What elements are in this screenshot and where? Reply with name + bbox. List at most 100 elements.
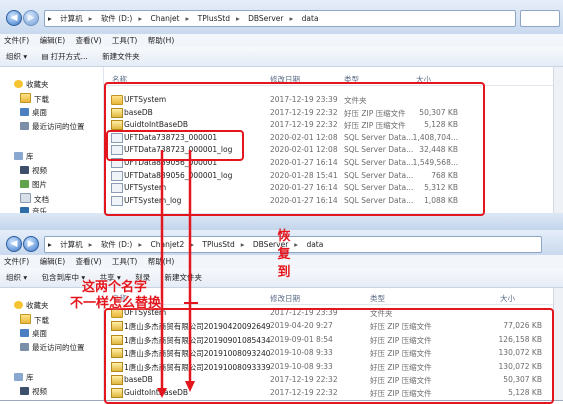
file-row[interactable]: baseDB 2017-12-19 22:32 好压 ZIP 压缩文件 50,307 … (104, 106, 563, 119)
sidebar-item-desktop[interactable]: 桌面 (20, 328, 47, 339)
file-row[interactable]: GuidtoIntBaseDB 2017-12-19 22:32 好压 ZIP 压缩… (104, 118, 563, 131)
sidebar-item-favorites[interactable]: 收藏夹 (14, 79, 49, 90)
organize-button[interactable]: 组织 ▾ (0, 268, 33, 287)
sidebar-item-videos[interactable]: 视频 (20, 386, 47, 397)
new-folder-button[interactable]: 新建文件夹 (96, 47, 146, 66)
sidebar-item-pictures[interactable]: 图片 (20, 179, 47, 190)
library-icon (14, 373, 23, 381)
zip-archive-icon (111, 321, 123, 332)
forward-arrow-icon[interactable]: ▶ (23, 10, 39, 26)
file-date-modified: 2017-12-19 22:32 (270, 375, 338, 384)
file-name: UFTSystem (124, 183, 167, 193)
documents-icon (20, 193, 31, 203)
column-date-modified[interactable]: 修改日期 (270, 74, 300, 85)
menu-tools[interactable]: 工具(T) (108, 34, 141, 47)
file-row[interactable]: UFTSystem 2020-01-27 16:14 SQL Server Data… (104, 181, 563, 194)
sidebar-item-favorites[interactable]: 收藏夹 (14, 300, 49, 311)
organize-button[interactable]: 组织 ▾ (0, 47, 33, 66)
sidebar-item-recent[interactable]: 最近访问的位置 (20, 342, 85, 353)
menu-help[interactable]: 帮助(H) (144, 255, 179, 268)
chevron-right-icon: ▸ (240, 240, 245, 249)
sidebar-item-videos[interactable]: 视频 (20, 165, 47, 176)
search-input[interactable] (520, 10, 560, 27)
annotation-restore-char-1: 恢 (277, 229, 291, 244)
menu-file[interactable]: 文件(F) (0, 255, 33, 268)
column-type[interactable]: 类型 (344, 74, 359, 85)
file-row[interactable]: UFTSystem_log 2020-01-27 16:14 SQL Server … (104, 194, 563, 207)
file-date-modified: 2019-10-08 9:33 (270, 361, 333, 371)
file-row[interactable]: UFTData889056_000001_log 2020-01-28 15:41… (104, 169, 563, 182)
file-row[interactable]: 1唐山多杰商贸有限公司20191008093240 2019-10-08 9:33… (104, 346, 563, 359)
menu-tools[interactable]: 工具(T) (108, 255, 141, 268)
back-arrow-icon[interactable]: ◀ (6, 10, 22, 26)
column-size[interactable]: 大小 (500, 293, 515, 304)
open-with-button[interactable]: ▤ 打开方式... (36, 47, 94, 66)
zip-archive-icon (111, 120, 123, 131)
file-date-modified: 2020-01-27 16:14 (270, 158, 338, 167)
file-row[interactable]: 1唐山多杰商贸有限公司20190901085434 2019-09-01 8:54… (104, 333, 563, 346)
file-row[interactable]: UFTSystem 2017-12-19 23:39 文件夹 (104, 306, 563, 319)
file-size: 130,072 KB (498, 348, 542, 358)
breadcrumb-dbserver[interactable]: DBServer (245, 11, 286, 26)
forward-arrow-icon[interactable]: ▶ (23, 236, 39, 252)
recent-places-icon (20, 343, 29, 351)
file-date-modified: 2019-10-08 9:33 (270, 348, 333, 358)
file-type: 好压 ZIP 压缩文件 (370, 376, 432, 385)
menu-file[interactable]: 文件(F) (0, 34, 33, 47)
file-size: 5,128 KB (508, 388, 542, 398)
file-row[interactable]: UFTData738723_000001_log 2020-02-01 12:08… (104, 143, 563, 156)
breadcrumb-chanjet2[interactable]: Chanjet2 (148, 237, 188, 252)
file-name: GuidtoIntBaseDB (124, 388, 189, 398)
file-row[interactable]: 1唐山多杰商贸有限公司20191008093339 2019-10-08 9:33… (104, 360, 563, 373)
breadcrumb-tplusstd[interactable]: TPlusStd (195, 11, 233, 26)
desktop-icon (20, 108, 29, 116)
address-bar[interactable]: ▸ 计算机 ▸ 软件 (D:) ▸ Chanjet ▸ TPlusStd ▸ DBSer… (44, 10, 516, 27)
file-type: 好压 ZIP 压缩文件 (370, 349, 432, 359)
menu-help[interactable]: 帮助(H) (144, 34, 179, 47)
sidebar-item-downloads[interactable]: 下载 (20, 314, 49, 326)
breadcrumb-tplusstd[interactable]: TPlusStd (199, 237, 237, 252)
breadcrumb-chanjet[interactable]: Chanjet (148, 11, 183, 26)
sidebar-item-label: 库 (26, 152, 34, 161)
menu-edit[interactable]: 编辑(E) (36, 34, 70, 47)
file-row[interactable]: 1唐山多杰商贸有限公司20190420092649 2019-04-20 9:27… (104, 319, 563, 332)
menu-view[interactable]: 查看(V) (72, 255, 106, 268)
file-row[interactable]: GuidtoIntBaseDB 2017-12-19 22:32 好压 ZIP 压缩… (104, 386, 563, 399)
sidebar-item-libraries[interactable]: 库 (14, 372, 34, 383)
file-type: 文件夹 (370, 309, 393, 318)
file-row[interactable]: baseDB 2017-12-19 22:32 好压 ZIP 压缩文件 50,307 … (104, 373, 563, 386)
back-arrow-icon[interactable]: ◀ (6, 236, 22, 252)
file-date-modified: 2019-09-01 8:54 (270, 334, 333, 344)
breadcrumb-data[interactable]: data (299, 11, 322, 26)
folder-path-icon: ▸ (48, 240, 52, 249)
address-bar[interactable]: ▸ 计算机 ▸ 软件 (D:) ▸ Chanjet2 ▸ TPlusStd ▸ DBSe… (44, 236, 542, 253)
sidebar-item-downloads[interactable]: 下载 (20, 93, 49, 105)
new-folder-button[interactable]: 新建文件夹 (159, 268, 209, 287)
vertical-scrollbar[interactable] (553, 67, 563, 213)
file-name: baseDB (124, 375, 153, 384)
sidebar-item-recent[interactable]: 最近访问的位置 (20, 121, 85, 132)
file-row[interactable]: UFTData889056_000001 2020-01-27 16:14 SQL … (104, 156, 563, 169)
file-row[interactable]: UFTSystem 2017-12-19 23:39 文件夹 (104, 93, 563, 106)
breadcrumb-computer[interactable]: 计算机 (57, 237, 86, 252)
navigation-pane: 收藏夹 下载 桌面 最近访问的位置 库 视频 图片 文档 音乐 (0, 67, 104, 213)
breadcrumb-drive[interactable]: 软件 (D:) (98, 11, 136, 26)
menu-view[interactable]: 查看(V) (72, 34, 106, 47)
breadcrumb-data[interactable]: data (303, 237, 326, 252)
file-name: baseDB (124, 107, 153, 117)
sidebar-item-desktop[interactable]: 桌面 (20, 107, 47, 118)
address-area: ◀ ▶ ▸ 计算机 ▸ 软件 (D:) ▸ Chanjet ▸ TPlusStd ▸ D… (0, 0, 563, 34)
breadcrumb-drive[interactable]: 软件 (D:) (98, 237, 136, 252)
breadcrumb-computer[interactable]: 计算机 (57, 11, 86, 26)
sidebar-item-documents[interactable]: 文档 (20, 193, 49, 205)
sidebar-item-libraries[interactable]: 库 (14, 151, 34, 162)
file-date-modified: 2017-12-19 22:32 (270, 107, 338, 117)
file-row[interactable]: UFTData738723_000001 2020-02-01 12:08 SQL … (104, 131, 563, 144)
column-date-modified[interactable]: 修改日期 (270, 293, 300, 304)
vertical-scrollbar[interactable] (553, 288, 563, 400)
column-size[interactable]: 大小 (416, 74, 431, 85)
column-type[interactable]: 类型 (370, 293, 385, 304)
column-name[interactable]: 名称 (112, 74, 127, 85)
file-name: UFTData889056_000001 (124, 158, 218, 167)
menu-edit[interactable]: 编辑(E) (36, 255, 70, 268)
